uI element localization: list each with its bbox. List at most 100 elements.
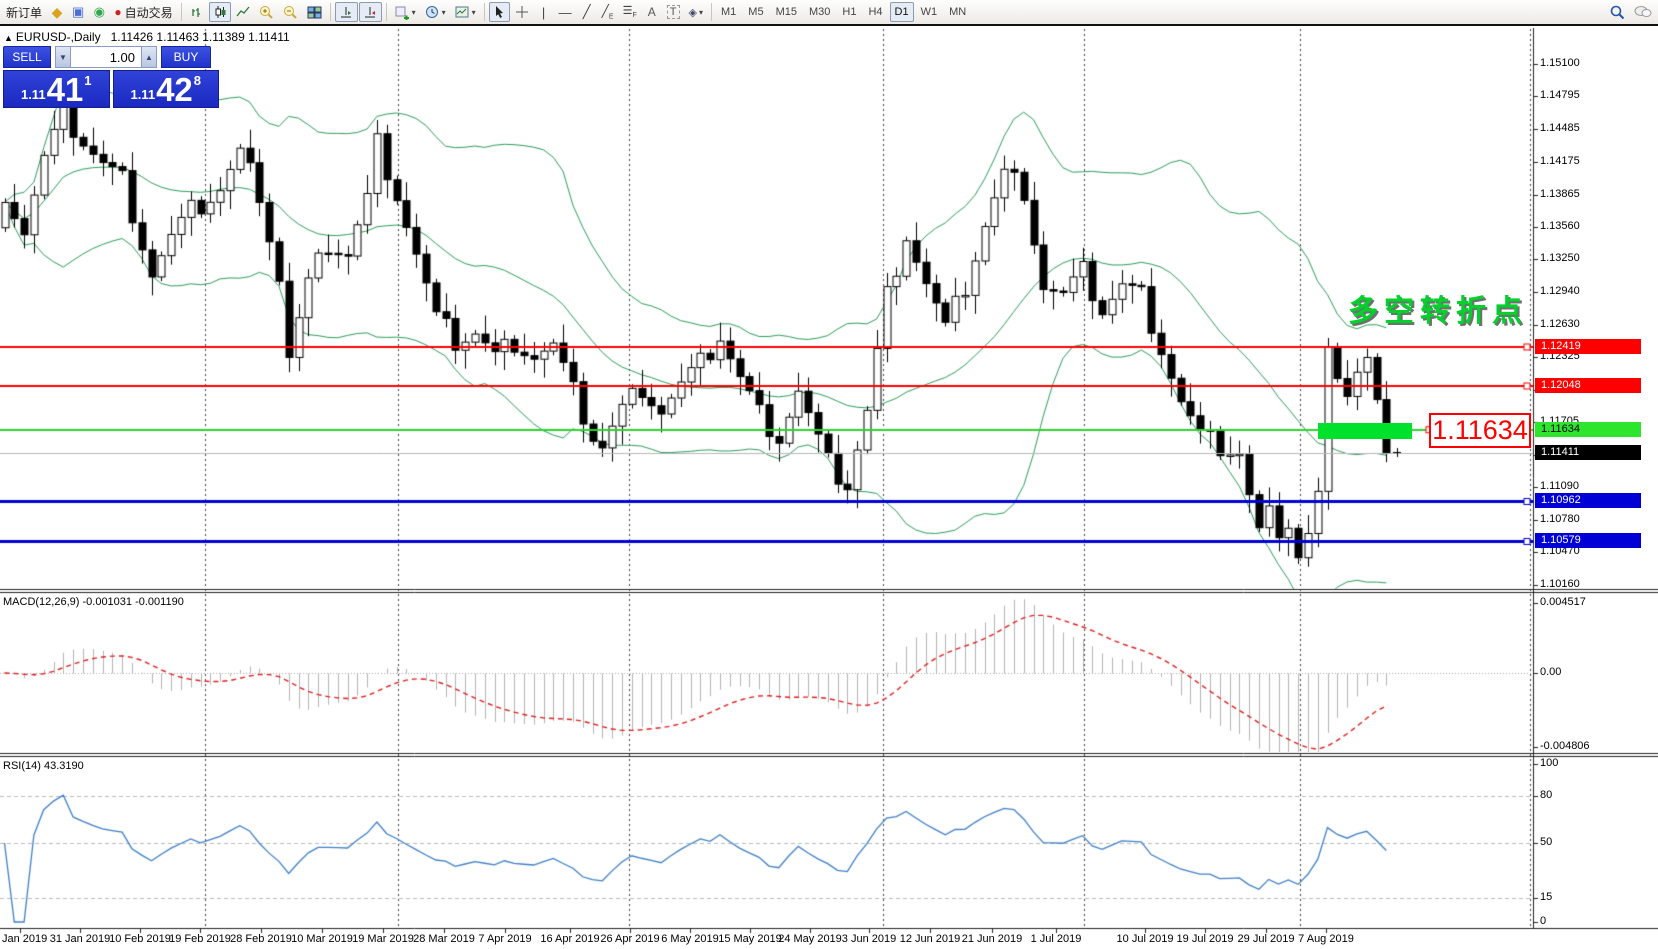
chevron-down-icon: ▾ — [412, 8, 416, 17]
price-tick-label: 1.13250 — [1540, 252, 1580, 264]
timeframe-button-m5[interactable]: M5 — [743, 2, 768, 22]
macd-tick-label: 0.00 — [1540, 666, 1561, 678]
timeframe-button-w1[interactable]: W1 — [916, 2, 943, 22]
date-tick-label: 10 Mar 2019 — [291, 933, 353, 945]
chevron-down-icon: ▾ — [442, 8, 446, 17]
price-tick-label: 1.13560 — [1540, 220, 1580, 232]
toolbar-separator — [484, 3, 485, 21]
price-tick-label: 1.12940 — [1540, 285, 1580, 297]
buy-button[interactable]: BUY — [161, 46, 211, 68]
date-tick-label: 28 Feb 2019 — [230, 933, 292, 945]
macd-tick-label: 0.004517 — [1540, 596, 1586, 608]
indicators-icon[interactable]: ▾ — [391, 2, 420, 22]
window-marker-icon: ▲ — [4, 33, 13, 43]
timeframe-button-m15[interactable]: M15 — [771, 2, 802, 22]
volume-increase-button[interactable]: ▲ — [141, 46, 157, 68]
date-tick-label: 1 Jul 2019 — [1031, 933, 1082, 945]
date-tick-label: 19 Mar 2019 — [352, 933, 414, 945]
timeframe-button-mn[interactable]: MN — [944, 2, 971, 22]
date-tick-label: 15 May 2019 — [718, 933, 782, 945]
auto-scroll-icon[interactable] — [335, 2, 358, 22]
new-order-button[interactable]: 新订单 — [2, 2, 46, 22]
candlestick-chart-type-icon[interactable] — [209, 2, 231, 22]
horizontal-line-tool-icon[interactable]: — — [555, 2, 576, 22]
date-tick-label: 10 Jul 2019 — [1117, 933, 1174, 945]
price-tick-label: 1.14795 — [1540, 89, 1580, 101]
autotrading-button[interactable]: ● 自动交易 — [110, 2, 176, 22]
ohlc-quotes: 1.11426 1.11463 1.11389 1.11411 — [111, 30, 290, 44]
date-tick-label: 2 Jan 2019 — [0, 933, 47, 945]
date-tick-label: 10 Feb 2019 — [109, 933, 171, 945]
timeframe-button-m30[interactable]: M30 — [804, 2, 835, 22]
price-tick-label: 1.14175 — [1540, 155, 1580, 167]
chart-annotation-text[interactable]: 多空转折点 — [1348, 286, 1528, 330]
rsi-tick-label: 80 — [1540, 789, 1552, 801]
toolbar-separator — [181, 3, 182, 21]
price-badge: 1.11634 — [1535, 422, 1641, 437]
chevron-down-icon: ▾ — [699, 8, 703, 17]
date-tick-label: 24 May 2019 — [778, 933, 842, 945]
macd-label: MACD(12,26,9) -0.001031 -0.001190 — [3, 596, 184, 608]
price-tick-label: 1.15100 — [1540, 57, 1580, 69]
main-toolbar: 新订单 ◆ ▣ ◉ ● 自动交易 — [0, 0, 1658, 26]
cursor-icon[interactable] — [489, 2, 510, 22]
rsi-tick-label: 0 — [1540, 915, 1546, 927]
date-tick-label: 28 Mar 2019 — [413, 933, 475, 945]
tile-windows-icon[interactable] — [303, 2, 326, 22]
price-badge: 1.10962 — [1535, 493, 1641, 508]
triangle-down-icon: ▼ — [59, 53, 67, 62]
label-tool-icon[interactable]: T — [663, 2, 684, 22]
text-tool-icon[interactable]: A — [642, 2, 662, 22]
fibonacci-tool-icon[interactable]: ☰F — [619, 2, 641, 22]
market-watch-icon[interactable]: ◉ — [89, 2, 109, 22]
date-tick-label: 7 Apr 2019 — [478, 933, 531, 945]
line-chart-type-icon[interactable] — [232, 2, 254, 22]
crosshair-icon[interactable] — [511, 2, 533, 22]
price-badge: 1.11411 — [1535, 445, 1641, 460]
timeframe-button-m1[interactable]: M1 — [716, 2, 741, 22]
bar-chart-type-icon[interactable] — [186, 2, 208, 22]
rsi-label: RSI(14) 43.3190 — [3, 760, 84, 772]
zoom-in-icon[interactable] — [255, 2, 278, 22]
volume-input[interactable] — [71, 46, 141, 68]
date-tick-label: 19 Feb 2019 — [169, 933, 231, 945]
buy-price-display[interactable]: 1.11428 — [113, 70, 220, 108]
vertical-line-tool-icon[interactable]: | — [534, 2, 554, 22]
chart-title: ▲EURUSD-,Daily 1.11426 1.11463 1.11389 1.… — [4, 30, 290, 44]
price-callout-box[interactable]: 1.11634 — [1429, 413, 1531, 448]
timeframe-button-d1[interactable]: D1 — [890, 2, 914, 22]
date-tick-label: 21 Jun 2019 — [962, 933, 1023, 945]
toolbar-separator — [711, 3, 712, 21]
channel-tool-icon[interactable]: ╱E — [598, 2, 618, 22]
sell-price-display[interactable]: 1.11411 — [3, 70, 110, 108]
date-tick-label: 26 Apr 2019 — [600, 933, 659, 945]
shapes-tool-icon[interactable]: ◈▾ — [685, 2, 707, 22]
rsi-tick-label: 15 — [1540, 891, 1552, 903]
date-tick-label: 12 Jun 2019 — [900, 933, 961, 945]
templates-icon[interactable]: ▾ — [451, 2, 480, 22]
trading-platform-window: 新订单 ◆ ▣ ◉ ● 自动交易 — [0, 0, 1658, 949]
toolbar-separator — [330, 3, 331, 21]
date-tick-label: 3 Jun 2019 — [842, 933, 896, 945]
chart-shift-icon[interactable] — [359, 2, 382, 22]
trendline-tool-icon[interactable]: ╱ — [577, 2, 597, 22]
timeframe-button-h1[interactable]: H1 — [837, 2, 861, 22]
toolbar-separator — [386, 3, 387, 21]
symbol-period-label: EURUSD-,Daily — [16, 30, 101, 44]
volume-decrease-button[interactable]: ▼ — [55, 46, 71, 68]
timeframe-group: M1M5M15M30H1H4D1W1MN — [716, 2, 971, 22]
price-chart-canvas[interactable] — [0, 0, 1658, 949]
eraser-icon[interactable]: ◆ — [47, 2, 67, 22]
charts-window-icon[interactable]: ▣ — [68, 2, 88, 22]
date-tick-label: 19 Jul 2019 — [1177, 933, 1234, 945]
timeframe-button-h4[interactable]: H4 — [863, 2, 887, 22]
search-icon[interactable] — [1605, 2, 1629, 22]
green-rectangle-object[interactable] — [1318, 423, 1412, 439]
chat-icon[interactable] — [1630, 2, 1656, 22]
zoom-out-icon[interactable] — [279, 2, 302, 22]
price-tick-label: 1.11090 — [1540, 480, 1579, 492]
periods-icon[interactable]: ▾ — [421, 2, 450, 22]
date-tick-label: 7 Aug 2019 — [1298, 933, 1354, 945]
macd-tick-label: -0.004806 — [1540, 740, 1590, 752]
sell-button[interactable]: SELL — [3, 46, 51, 68]
